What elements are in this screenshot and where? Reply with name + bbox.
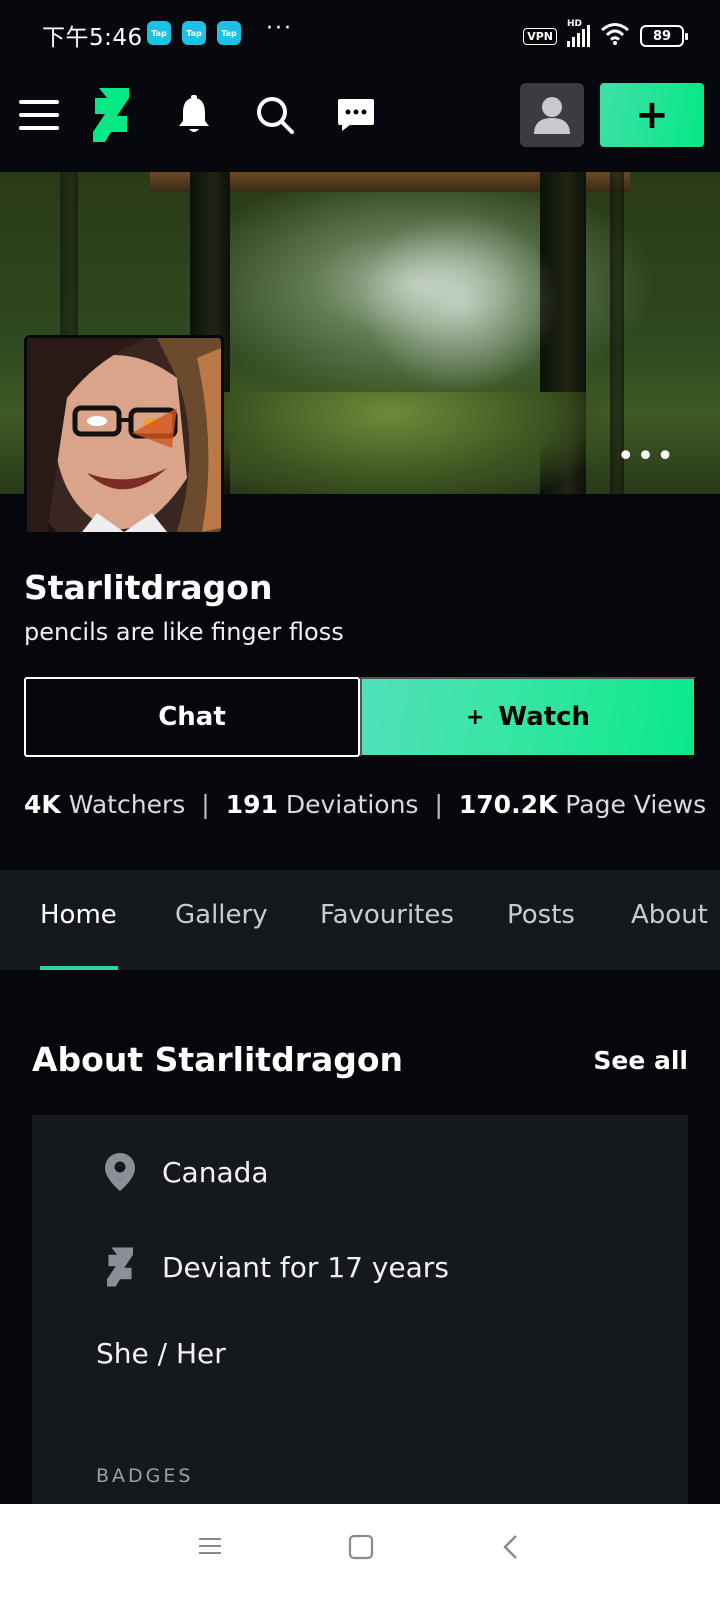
tap-app-icon: Tap: [182, 21, 206, 45]
chat-button[interactable]: Chat: [24, 677, 360, 757]
watchers-count: 4K: [24, 790, 61, 819]
home-icon[interactable]: [348, 1534, 374, 1564]
location-pin-icon: [100, 1153, 140, 1191]
profile-tagline: pencils are like finger floss: [24, 618, 344, 646]
tab-posts[interactable]: Posts: [507, 900, 575, 930]
battery-icon: 89: [640, 25, 688, 47]
system-nav-bar: [0, 1504, 720, 1600]
profile-avatar-icon: [534, 97, 570, 134]
tab-gallery[interactable]: Gallery: [175, 900, 268, 930]
badges-heading: BADGES: [96, 1465, 194, 1487]
more-options-icon[interactable]: •••: [617, 442, 676, 472]
location-text: Canada: [162, 1155, 269, 1189]
status-bar: 下午5:46 Tap Tap Tap ··· VPN HD 89: [0, 0, 720, 68]
about-card: Canada Deviant for 17 years She / Her BA…: [32, 1115, 688, 1515]
location-row: Canada: [100, 1153, 269, 1191]
active-tab-indicator: [40, 966, 118, 970]
deviations-label: Deviations: [285, 790, 419, 819]
pronouns-row: She / Her: [96, 1337, 226, 1370]
menu-icon[interactable]: [14, 90, 64, 140]
watchers-label: Watchers: [68, 790, 186, 819]
bell-icon[interactable]: [169, 90, 219, 140]
status-time: 下午5:46: [42, 25, 143, 51]
see-all-link[interactable]: See all: [593, 1046, 688, 1075]
pronouns-text: She / Her: [96, 1337, 226, 1370]
network-type-label: HD: [567, 19, 583, 29]
vpn-icon: VPN: [523, 27, 557, 45]
plus-icon: +: [635, 92, 669, 138]
tap-app-icon: Tap: [147, 21, 171, 45]
status-more-icon: ···: [266, 16, 293, 41]
recent-apps-icon[interactable]: [198, 1534, 222, 1562]
profile-tabs: Home Gallery Favourites Posts About: [0, 870, 720, 970]
create-button[interactable]: +: [600, 83, 704, 147]
stats-separator: |: [201, 790, 210, 819]
deviantart-logo-icon: [100, 1247, 140, 1287]
page-views-count: 170.2K: [458, 790, 558, 819]
deviant-since-row: Deviant for 17 years: [100, 1247, 449, 1287]
stats-separator: |: [434, 790, 443, 819]
deviantart-logo-icon[interactable]: [86, 88, 136, 142]
message-icon[interactable]: [331, 90, 381, 140]
top-nav: +: [0, 68, 720, 172]
profile-username: Starlitdragon: [24, 568, 273, 607]
plus-icon: +: [465, 704, 485, 730]
deviant-since-text: Deviant for 17 years: [162, 1250, 449, 1284]
tab-home[interactable]: Home: [40, 900, 117, 930]
profile-stats: 4K Watchers | 191 Deviations | 170.2K Page V…: [24, 790, 706, 819]
profile-avatar-button[interactable]: [520, 83, 584, 147]
tab-favourites[interactable]: Favourites: [320, 900, 454, 930]
tap-app-icon: Tap: [217, 21, 241, 45]
signal-icon: HD: [567, 19, 590, 47]
page-views-label: Page Views: [565, 790, 707, 819]
watch-label: Watch: [498, 702, 591, 732]
search-icon[interactable]: [250, 90, 300, 140]
about-heading: About Starlitdragon: [32, 1040, 404, 1079]
wifi-icon: [600, 22, 630, 50]
profile-avatar: [24, 335, 224, 535]
tab-about[interactable]: About: [631, 900, 708, 930]
watch-button[interactable]: + Watch: [360, 677, 696, 757]
deviations-count: 191: [225, 790, 278, 819]
back-icon[interactable]: [502, 1534, 518, 1564]
